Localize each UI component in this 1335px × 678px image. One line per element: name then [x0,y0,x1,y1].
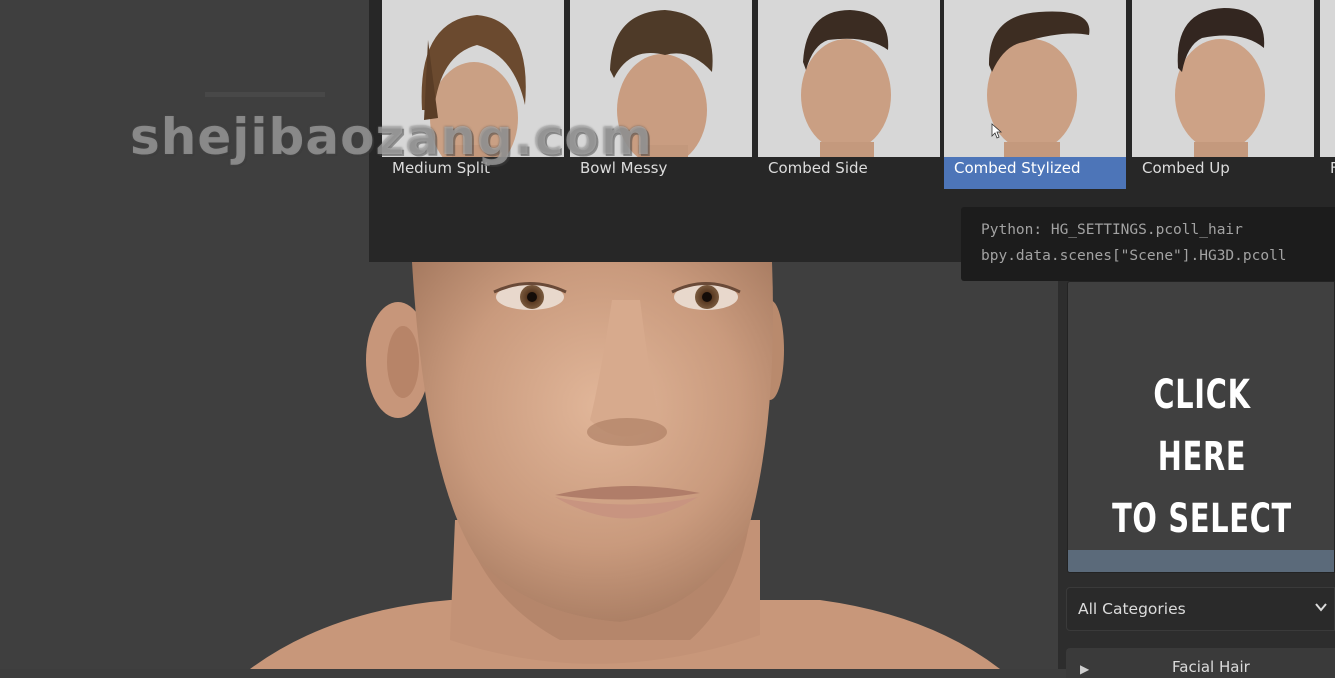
hair-item-bowl-messy[interactable]: Bowl Messy [570,0,752,189]
preview-bottom-bar [1068,550,1334,572]
hair-item-label: Combed Stylized [944,157,1126,189]
hair-thumbnail [758,0,940,157]
hair-thumbnail [570,0,752,157]
mouse-cursor-icon [991,123,1003,139]
hair-item-label: Bowl Messy [580,159,668,177]
hair-item-label: Combed Up [1142,159,1230,177]
hair-thumbnail [382,0,564,157]
category-dropdown-value: All Categories [1078,600,1186,618]
watermark-shadow-strip [205,92,325,97]
hair-item-partial[interactable]: F [1320,0,1335,189]
hair-thumbnail [944,0,1126,157]
hair-item-combed-side[interactable]: Combed Side [758,0,940,189]
tooltip-python-path: Python: HG_SETTINGS.pcoll_hair [981,222,1243,238]
hair-item-combed-stylized[interactable]: Combed Stylized [944,0,1126,189]
preview-line-2: TO SELECT [1112,496,1292,542]
hair-item-combed-up[interactable]: Combed Up [1132,0,1314,189]
python-tooltip: Python: HG_SETTINGS.pcoll_hair bpy.data.… [961,207,1335,281]
facial-hair-panel-header[interactable]: ▶ Facial Hair [1066,648,1335,678]
hair-item-label: Combed Side [768,159,868,177]
hair-thumbnail [1320,0,1335,157]
hair-item-label: F [1330,159,1335,177]
facial-hair-label: Facial Hair [1172,658,1250,676]
hair-item-label: Medium Split [392,159,491,177]
category-dropdown[interactable]: All Categories [1066,587,1335,631]
hair-thumbnail [1132,0,1314,157]
tooltip-data-path: bpy.data.scenes["Scene"].HG3D.pcoll [981,248,1287,264]
triangle-right-icon: ▶ [1080,662,1090,676]
hair-item-medium-split[interactable]: Medium Split [382,0,564,189]
hair-preview-button[interactable]: CLICK HERE TO SELECT [1067,281,1335,573]
chevron-down-icon [1315,603,1327,612]
preview-line-1: CLICK HERE [1153,372,1251,480]
preview-prompt: CLICK HERE TO SELECT [1106,364,1299,550]
